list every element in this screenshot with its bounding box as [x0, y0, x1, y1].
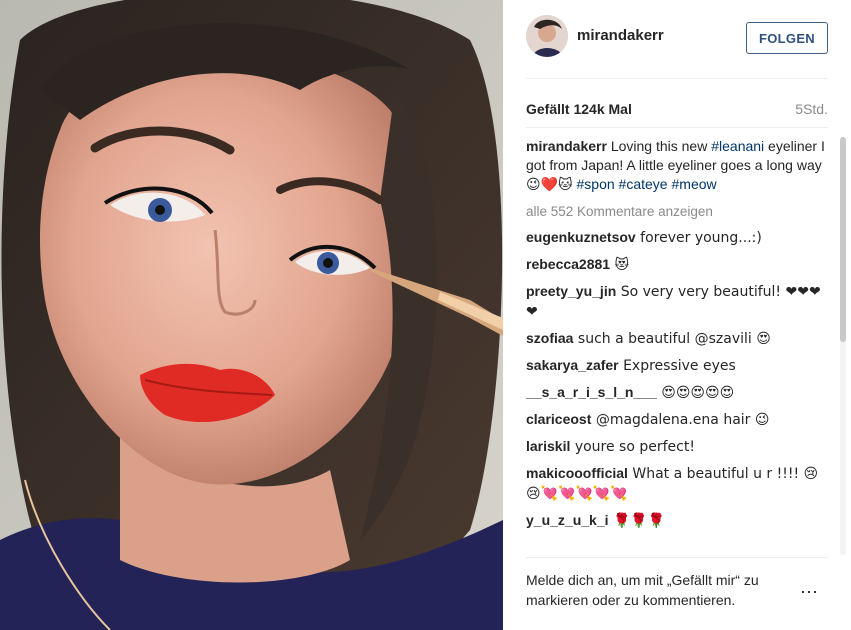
likes-divider	[526, 127, 828, 128]
post-sidebar: mirandakerr FOLGEN Gefällt 124k Mal 5Std…	[503, 0, 851, 630]
comments-scrollbar[interactable]	[840, 137, 846, 555]
instagram-post: mirandakerr FOLGEN Gefällt 124k Mal 5Std…	[0, 0, 851, 630]
comment-username[interactable]: rebecca2881	[526, 256, 610, 272]
comment-text: 🌹🌹🌹	[608, 513, 666, 529]
comments-scrollbar-thumb[interactable]	[840, 137, 846, 342]
comment-text: forever young...:)	[635, 230, 762, 246]
comment-username[interactable]: clariceost	[526, 411, 591, 427]
caption-text-1: Loving this new	[606, 138, 712, 154]
comment-username[interactable]: szofiaa	[526, 330, 573, 346]
comment-username[interactable]: eugenkuznetsov	[526, 229, 636, 245]
comment-username[interactable]: __s_a_r_i_s_l_n___	[526, 384, 657, 400]
comments-list: mirandakerr Loving this new #leanani eye…	[526, 137, 826, 557]
hashtag-meow[interactable]: #meow	[668, 176, 716, 192]
comment-item: szofiaa such a beautiful @szavili 😍	[526, 329, 826, 349]
comment-text: 😍😍😍😍😍	[656, 385, 735, 401]
comment-item: preety_yu_jin So very very beautiful! ❤❤…	[526, 282, 826, 322]
comment-text: such a beautiful @szavili 😍	[573, 331, 771, 347]
comment-item: sakarya_zafer Expressive eyes	[526, 356, 826, 376]
comment-username[interactable]: lariskil	[526, 438, 570, 454]
comment-text: 😻	[610, 257, 630, 273]
comment-username[interactable]: sakarya_zafer	[526, 357, 619, 373]
caption-emoji: 😉❤️🐱	[526, 177, 573, 193]
more-options-icon[interactable]: ⋯	[800, 582, 819, 603]
comment-item: lariskil youre so perfect!	[526, 437, 826, 457]
post-header: mirandakerr FOLGEN	[503, 0, 851, 78]
comment-item: clariceost @magdalena.ena hair 😉	[526, 410, 826, 430]
login-prompt[interactable]: Melde dich an, um mit „Gefällt mir“ zu m…	[526, 570, 796, 610]
comment-item: makicooofficial What a beautiful u r !!!…	[526, 464, 826, 504]
post-photo[interactable]	[0, 0, 503, 630]
post-timestamp: 5Std.	[795, 101, 828, 117]
hashtag-cateye[interactable]: #cateye	[615, 176, 668, 192]
comment-text: youre so perfect!	[570, 439, 695, 455]
avatar[interactable]	[526, 15, 568, 57]
comment-item: eugenkuznetsov forever young...:)	[526, 228, 826, 248]
comment-username[interactable]: makicooofficial	[526, 465, 628, 481]
hashtag-leanani[interactable]: #leanani	[711, 138, 764, 154]
post-caption: mirandakerr Loving this new #leanani eye…	[526, 137, 826, 195]
view-all-comments-link[interactable]: alle 552 Kommentare anzeigen	[526, 202, 826, 221]
comment-item: rebecca2881 😻	[526, 255, 826, 275]
hashtag-spon[interactable]: #spon	[573, 176, 615, 192]
likes-count[interactable]: Gefällt 124k Mal	[526, 101, 632, 117]
footer-divider	[526, 557, 828, 558]
comment-text: @magdalena.ena hair 😉	[591, 412, 770, 428]
post-username[interactable]: mirandakerr	[577, 27, 664, 44]
caption-username[interactable]: mirandakerr	[526, 138, 607, 154]
comment-username[interactable]: y_u_z_u_k_i	[526, 512, 609, 528]
follow-button[interactable]: FOLGEN	[746, 22, 828, 54]
comment-text: Expressive eyes	[618, 358, 736, 374]
comment-username[interactable]: preety_yu_jin	[526, 283, 616, 299]
header-divider	[526, 78, 828, 79]
comment-item: y_u_z_u_k_i 🌹🌹🌹	[526, 511, 826, 531]
comment-item: __s_a_r_i_s_l_n___ 😍😍😍😍😍	[526, 383, 826, 403]
